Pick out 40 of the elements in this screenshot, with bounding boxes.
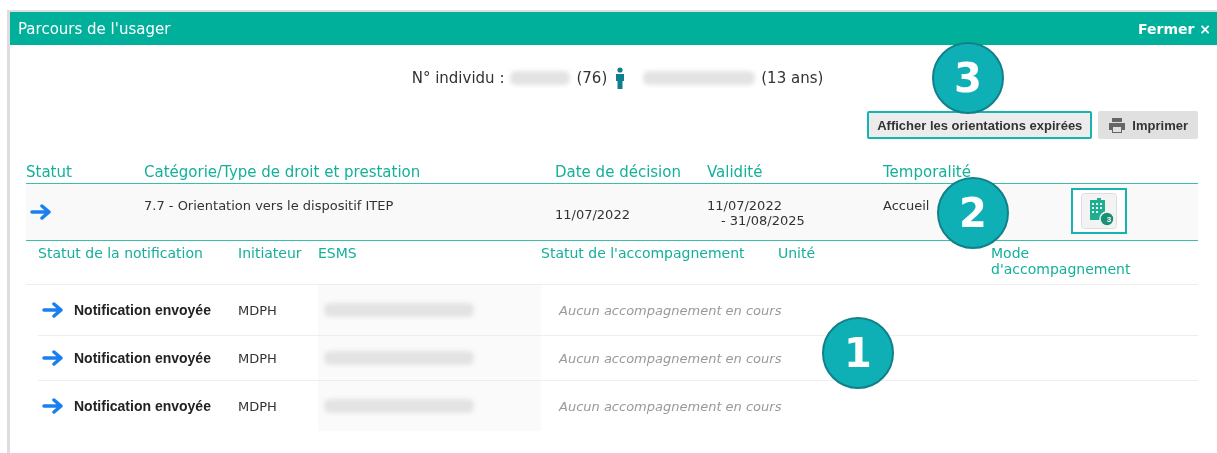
support-status: Aucun accompagnement en cours xyxy=(557,398,783,414)
arrow-right-icon xyxy=(42,398,66,414)
arrow-right-icon xyxy=(42,302,66,318)
column-header: Catégorie/Type de droit et prestation xyxy=(144,163,422,181)
notification-status: Notification envoyée xyxy=(74,350,211,366)
individual-count: (76) xyxy=(576,69,608,87)
column-header: Statut xyxy=(26,163,73,181)
callout-number: 2 xyxy=(937,177,1009,249)
column-header: Date de décision xyxy=(555,163,682,181)
column-header: Statut de la notification xyxy=(38,245,204,263)
support-status: Aucun accompagnement en cours xyxy=(557,350,783,366)
arrow-right-icon xyxy=(30,204,54,220)
column-header: Initiateur xyxy=(238,245,303,263)
initiator-text: MDPH xyxy=(238,350,278,366)
column-header: Statut de l'accompagnement xyxy=(541,245,746,263)
validity-start: 11/07/2022 xyxy=(707,198,783,213)
column-header: Validité xyxy=(707,163,764,181)
print-button[interactable]: Imprimer xyxy=(1098,111,1198,139)
initiator-text: MDPH xyxy=(238,302,278,318)
temporality-text: Accueil xyxy=(883,198,931,213)
notification-status: Notification envoyée xyxy=(74,302,211,318)
column-header: Unité xyxy=(778,245,817,263)
individual-age: (13 ans) xyxy=(761,69,824,87)
toggle-button[interactable]: Afficher les orientations expirées xyxy=(867,111,1093,139)
initiator-text: MDPH xyxy=(238,398,278,414)
validity-end: - 31/08/2025 xyxy=(720,213,806,228)
redacted-text xyxy=(510,71,571,85)
printer-icon xyxy=(1108,117,1127,133)
window-title: Parcours de l'usager xyxy=(18,19,171,38)
callout-number: 3 xyxy=(932,42,1004,114)
notification-status: Notification envoyée xyxy=(74,398,211,414)
category-text: 7.7 - Orientation vers le dispositif ITEP xyxy=(144,198,395,213)
establishments-button[interactable]: 3 xyxy=(1071,188,1127,234)
arrow-right-icon xyxy=(42,350,66,366)
person-icon xyxy=(615,67,626,89)
callout-number: 1 xyxy=(822,317,894,389)
column-header: ESMS xyxy=(318,245,358,263)
support-status: Aucun accompagnement en cours xyxy=(557,302,783,318)
decision-date: 11/07/2022 xyxy=(555,207,631,222)
individual-label: N° individu : xyxy=(411,69,505,87)
